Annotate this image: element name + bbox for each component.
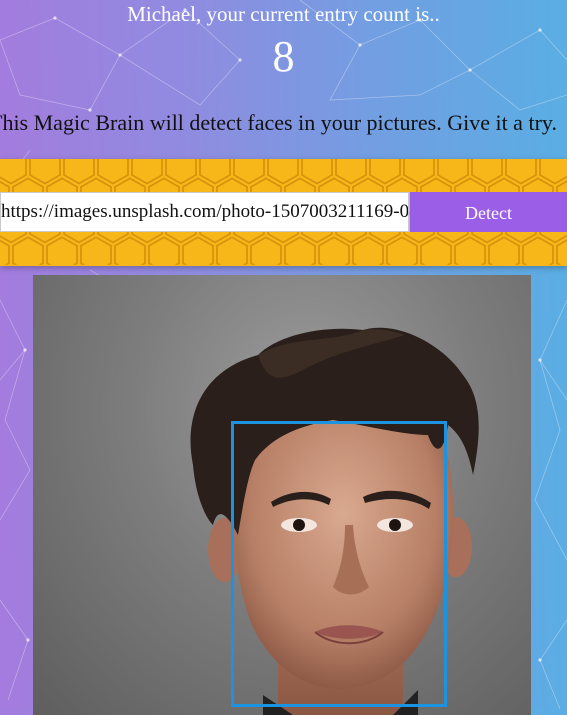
entry-count-message: Michael, your current entry count is.. — [127, 2, 440, 26]
entry-count-value: 8 — [272, 32, 295, 81]
detect-button[interactable]: Detect — [410, 192, 567, 232]
face-bounding-box — [231, 421, 447, 707]
image-url-input[interactable]: https://images.unsplash.com/photo-150700… — [0, 192, 409, 232]
intro-text: This Magic Brain will detect faces in yo… — [0, 110, 557, 135]
